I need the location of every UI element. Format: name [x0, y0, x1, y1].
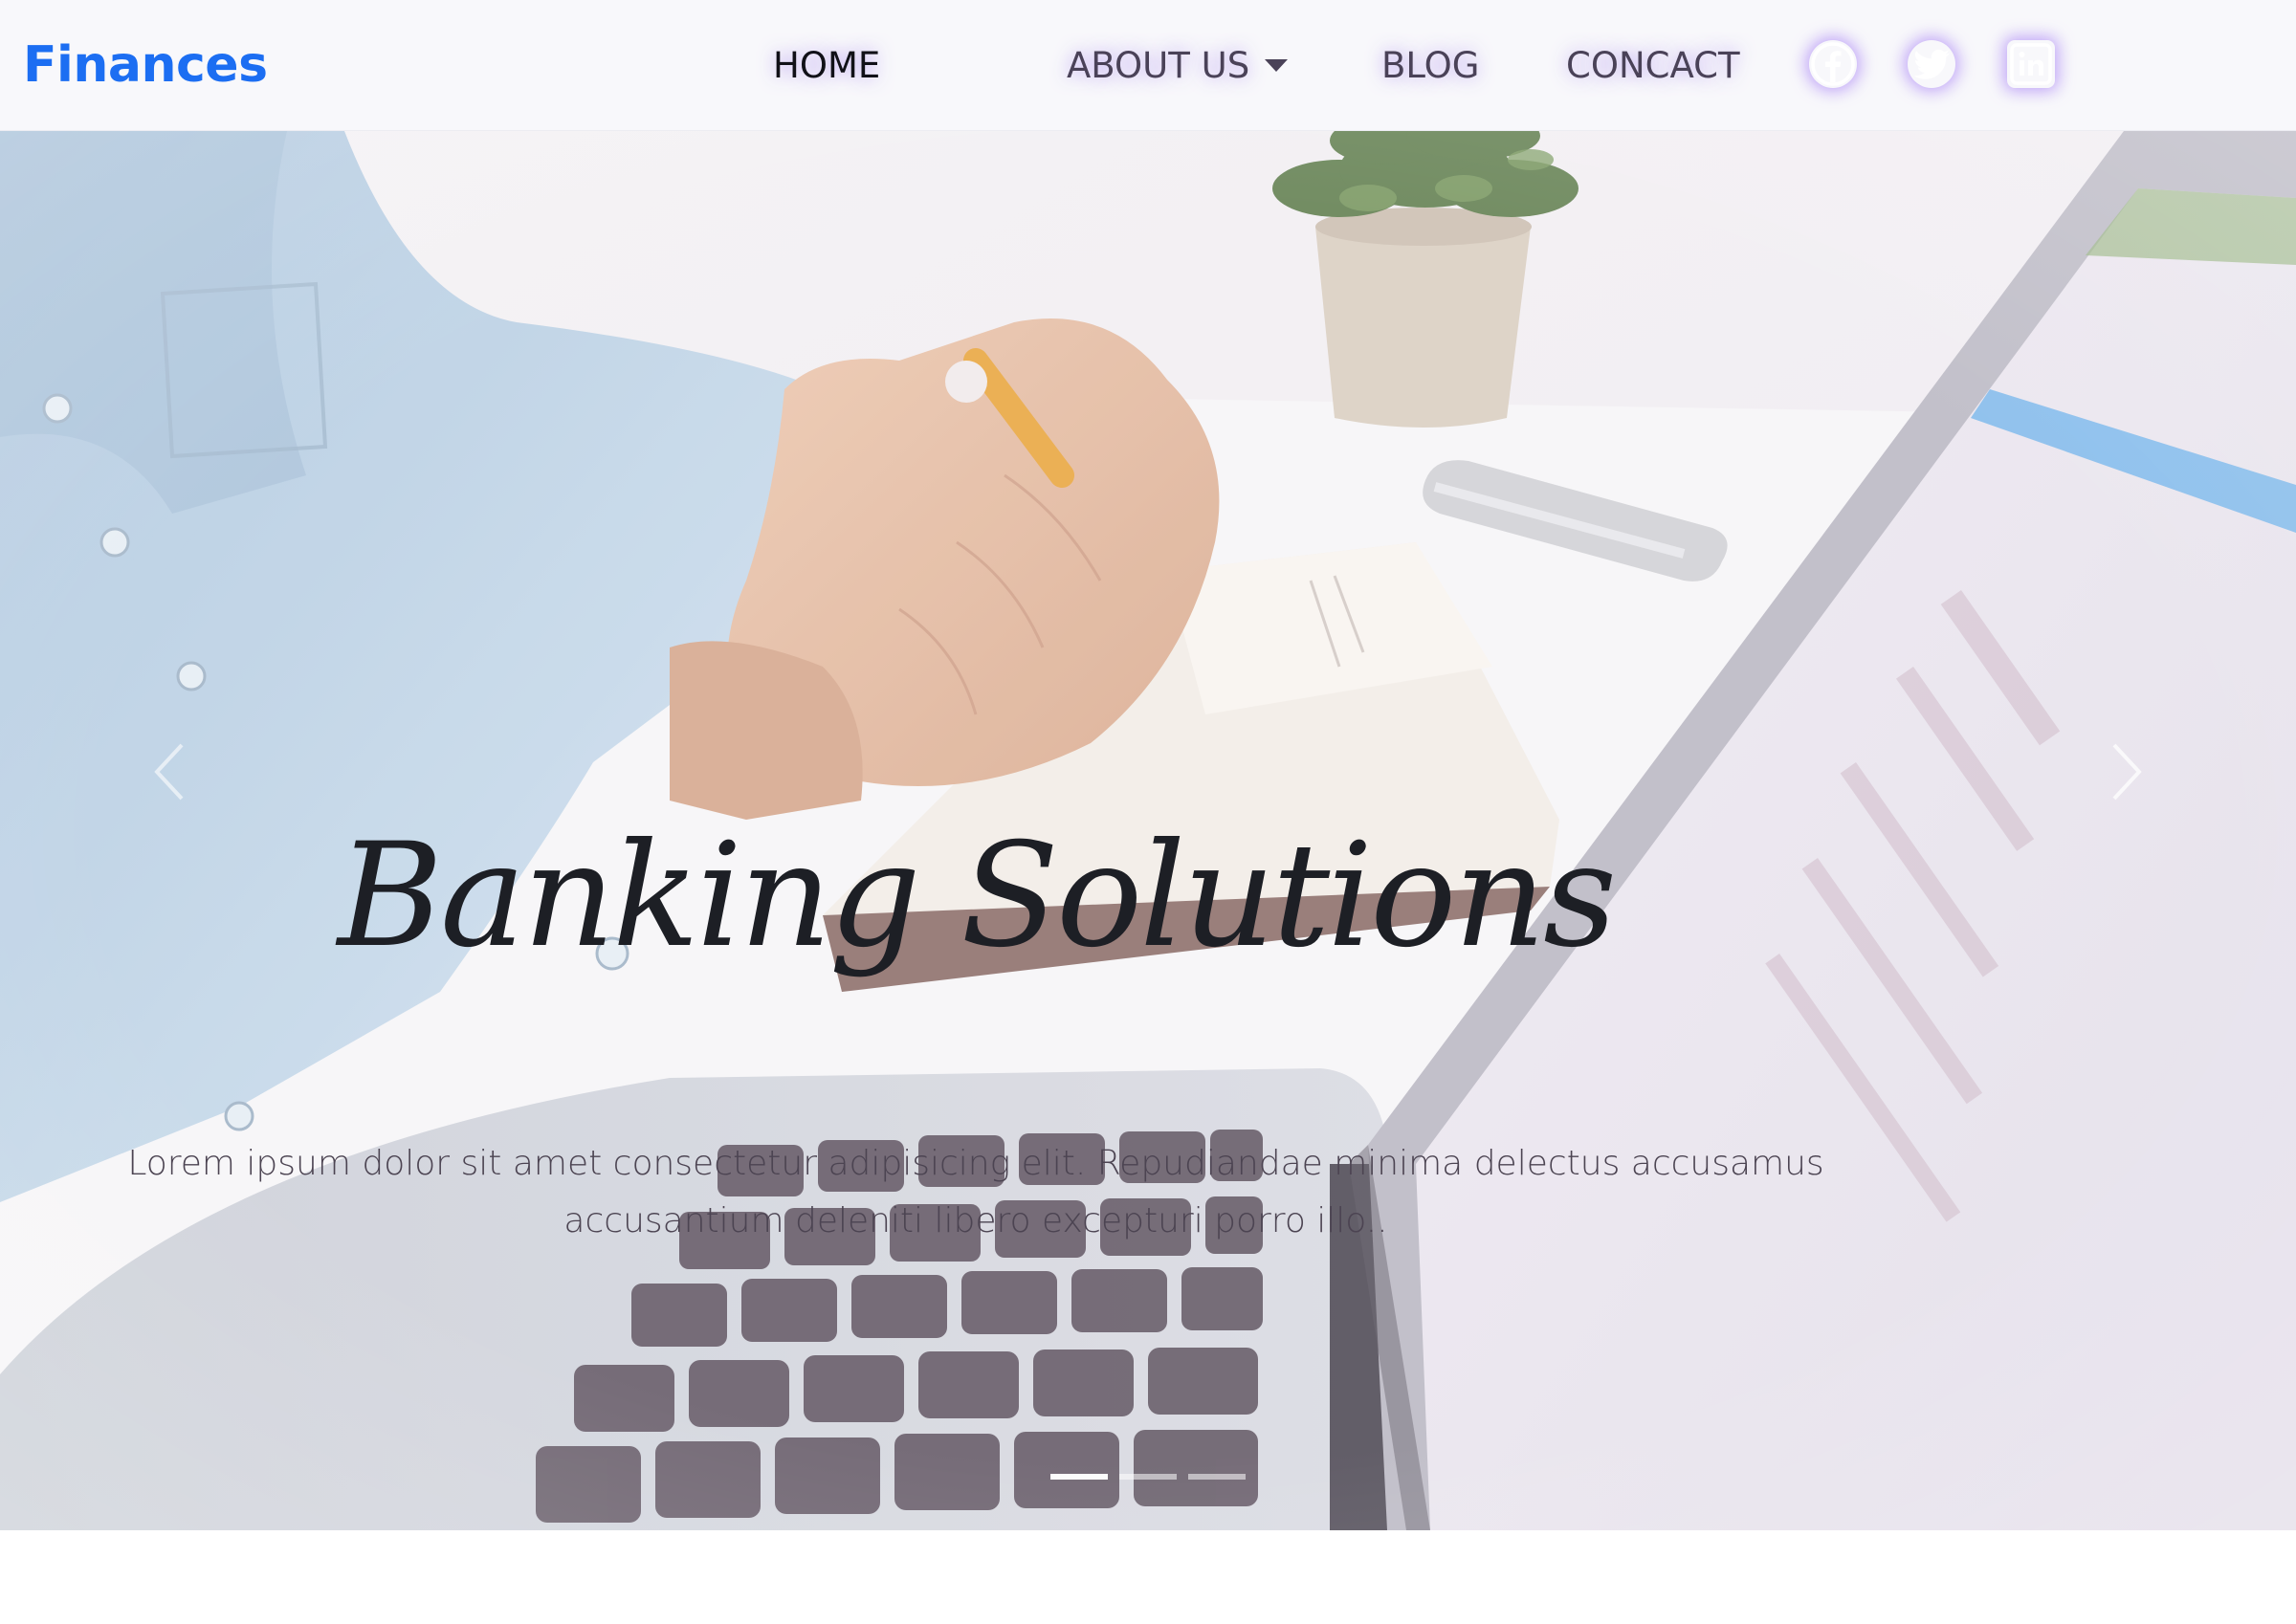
hero-title: Banking Solutions: [337, 813, 1617, 979]
chevron-down-icon[interactable]: [1265, 59, 1288, 72]
facebook-icon[interactable]: [1809, 40, 1857, 88]
hero-description: Lorem ipsum dolor sit amet consectetur a…: [127, 1144, 1824, 1240]
carousel-indicator-1[interactable]: [1050, 1474, 1108, 1480]
carousel-prev-icon[interactable]: [144, 734, 201, 810]
carousel-indicator-3[interactable]: [1188, 1474, 1246, 1480]
navbar: Finances HOME ABOUT US BLOG CONCACT: [0, 0, 2296, 131]
carousel-next-icon[interactable]: [2095, 734, 2152, 810]
nav-about-us[interactable]: ABOUT US: [1067, 42, 1249, 90]
carousel-indicators: [1050, 1474, 1246, 1481]
hero-carousel: Banking Solutions Lorem ipsum dolor sit …: [0, 131, 2296, 1530]
nav-blog[interactable]: BLOG: [1381, 42, 1479, 90]
nav-home[interactable]: HOME: [773, 42, 880, 90]
brand-logo[interactable]: Finances: [23, 34, 268, 96]
nav-contact[interactable]: CONCACT: [1566, 42, 1740, 90]
carousel-indicator-2[interactable]: [1119, 1474, 1177, 1480]
linkedin-icon[interactable]: [2007, 40, 2055, 88]
twitter-icon[interactable]: [1908, 40, 1955, 88]
